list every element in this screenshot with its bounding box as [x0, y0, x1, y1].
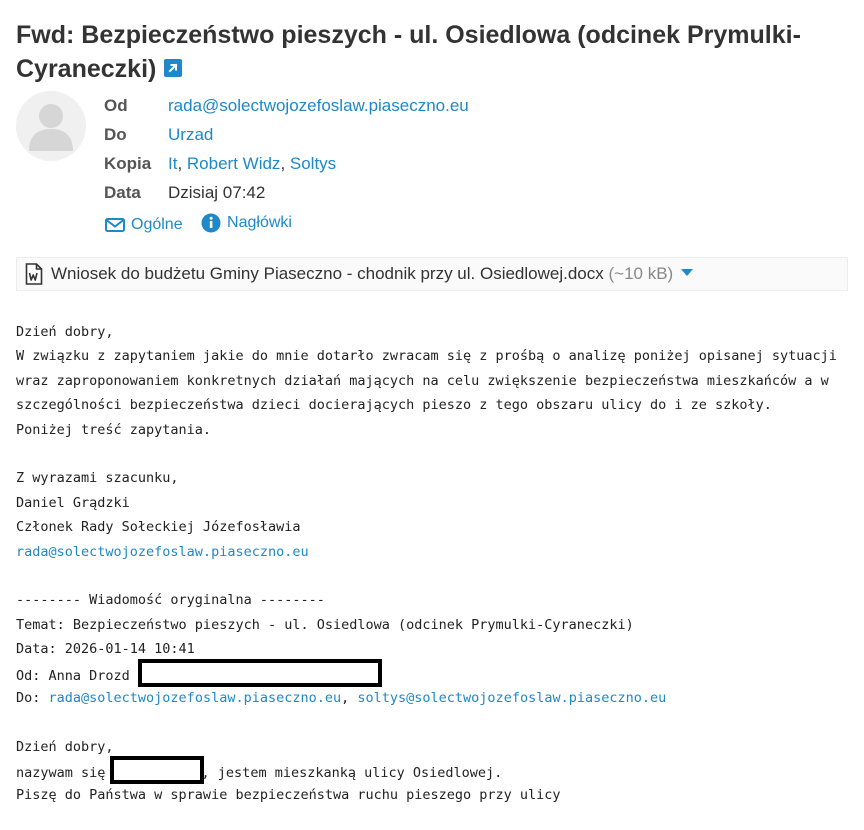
envelope-icon [105, 218, 125, 232]
to-recipient-link[interactable]: Urzad [168, 125, 213, 144]
message-headers: Od rada@solectwojozefoslaw.piaseczno.eu D… [104, 93, 469, 209]
tab-headers-label: Nagłówki [227, 214, 292, 231]
redaction-box [138, 658, 383, 687]
attachment-name[interactable]: Wniosek do budżetu Gminy Piaseczno - cho… [51, 264, 604, 283]
body-paragraph: W związku z zapytaniem jakie do mnie dot… [16, 348, 837, 414]
signature-role: Członek Rady Sołeckiej Józefosławia [16, 519, 301, 536]
header-from: Od rada@solectwojozefoslaw.piaseczno.eu [104, 93, 469, 122]
forwarded-from: Od: Anna Drozd < [16, 658, 856, 687]
original-name-line: nazywam się , jestem mieszkanką ulicy Os… [16, 756, 856, 785]
cc-label: Kopia [104, 154, 152, 173]
cc-recipient-link[interactable]: Soltys [290, 154, 336, 173]
external-link-icon[interactable] [164, 59, 183, 78]
tab-general[interactable]: Ogólne [105, 216, 183, 234]
cc-separator: , [280, 154, 290, 173]
attachment-label: Wniosek do budżetu Gminy Piaseczno - cho… [51, 258, 694, 290]
original-text-line: Piszę do Państwa w sprawie bezpieczeństw… [16, 787, 561, 804]
attachment-size: (~10 kB) [608, 264, 674, 283]
header-to: Do Urzad [104, 122, 469, 151]
attachment-menu-icon[interactable] [681, 269, 694, 277]
body-greeting: Dzień dobry, [16, 324, 114, 340]
forward-separator: -------- Wiadomość oryginalna -------- [16, 592, 325, 609]
from-address-link[interactable]: rada@solectwojozefoslaw.piaseczno.eu [168, 96, 469, 115]
forwarded-to-link[interactable]: rada@solectwojozefoslaw.piaseczno.eu [49, 690, 342, 706]
cc-separator: , [177, 154, 187, 173]
forwarded-to-separator: , [341, 689, 358, 706]
signature-name: Daniel Grądzki [16, 494, 130, 511]
attachment-item[interactable]: Wniosek do budżetu Gminy Piaseczno - cho… [16, 257, 848, 291]
forwarded-to-link[interactable]: soltys@solectwojozefoslaw.piaseczno.eu [357, 690, 666, 706]
body-intro: Poniżej treść zapytania. [16, 421, 212, 438]
from-label: Od [104, 96, 128, 115]
message-body: Dzień dobry, W związku z zapytaniem jaki… [16, 320, 856, 808]
header-cc: Kopia It, Robert Widz, Soltys [104, 151, 469, 180]
signature-email-link[interactable]: rada@solectwojozefoslaw.piaseczno.eu [16, 544, 309, 560]
forwarded-to: Do: rada@solectwojozefoslaw.piaseczno.eu… [16, 686, 856, 710]
to-label: Do [104, 125, 127, 144]
tab-headers[interactable]: Nagłówki [201, 213, 292, 233]
sender-avatar [16, 91, 86, 161]
original-name-suffix: , jestem mieszkanką ulicy Osiedlowej. [201, 765, 503, 782]
date-value: Dzisiaj 07:42 [168, 183, 266, 202]
cc-recipient-link[interactable]: Robert Widz [187, 154, 281, 173]
header-view-tabs: Ogólne Nagłówki [105, 213, 306, 238]
signature-email-line: rada@solectwojozefoslaw.piaseczno.eu [16, 540, 856, 564]
subject-text: Fwd: Bezpieczeństwo pieszych - ul. Osied… [16, 21, 801, 83]
body-closing: Z wyrazami szacunku, [16, 470, 179, 487]
forwarded-subject: Temat: Bezpieczeństwo pieszych - ul. Osi… [16, 616, 634, 633]
user-silhouette-icon [29, 104, 73, 151]
message-subject: Fwd: Bezpieczeństwo pieszych - ul. Osied… [16, 18, 836, 86]
forwarded-to-prefix: Do: [16, 689, 49, 706]
word-document-icon [25, 263, 43, 296]
date-label: Data [104, 183, 141, 202]
header-date: Data Dzisiaj 07:42 [104, 180, 469, 209]
original-name-prefix: nazywam się [16, 765, 114, 782]
forwarded-from-text: Od: Anna Drozd < [16, 667, 147, 684]
tab-general-label: Ogólne [131, 216, 183, 233]
redaction-box [109, 756, 204, 785]
info-icon [201, 213, 221, 233]
